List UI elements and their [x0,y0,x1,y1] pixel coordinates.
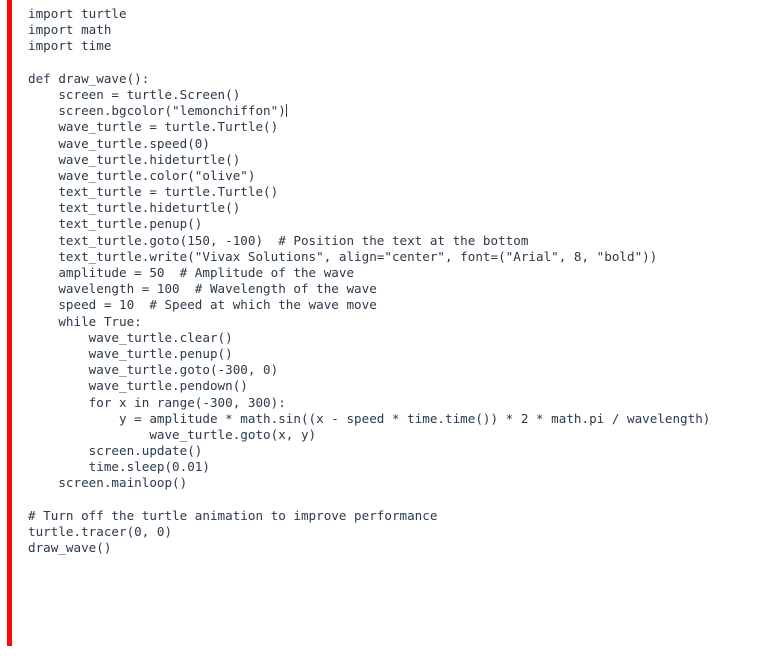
code-line: wave_turtle = turtle.Turtle() [28,119,279,135]
code-line: wave_turtle.clear() [28,329,233,345]
left-accent-bar [7,0,12,646]
code-line: text_turtle.goto(150, -100) # Position t… [28,232,529,248]
code-line: wave_turtle.goto(x, y) [28,426,317,442]
python-code-block[interactable]: import turtle import math import time def … [28,6,754,556]
code-line: wave_turtle.hideturtle() [28,151,241,167]
code-line: # Turn off the turtle animation to impro… [28,507,438,523]
code-line: wave_turtle.goto(-300, 0) [28,362,279,378]
code-line: text_turtle.hideturtle() [28,200,241,216]
code-line: screen = turtle.Screen() [28,86,241,102]
code-line: text_turtle.penup() [28,216,203,232]
code-line: wave_turtle.color("olive") [28,167,256,183]
code-line: def draw_wave(): [28,70,150,86]
code-line: text_turtle.write("Vivax Solutions", ali… [28,248,658,264]
code-line: wave_turtle.speed(0) [28,135,210,151]
code-line: wave_turtle.pendown() [28,378,248,394]
code-line: wave_turtle.penup() [28,345,233,361]
code-line: y = amplitude * math.sin((x - speed * ti… [28,410,711,426]
code-line: import math [28,22,112,38]
code-line: turtle.tracer(0, 0) [28,524,173,539]
code-line: screen.bgcolor("lemonchiffon") [28,103,287,119]
code-line: screen.update() [28,443,203,459]
code-line: draw_wave() [28,540,112,556]
code-snippet-screenshot: import turtle import math import time def … [0,0,762,658]
code-line: screen.mainloop() [28,475,188,491]
text-cursor [285,104,287,118]
code-line: speed = 10 # Speed at which the wave mov… [28,297,377,313]
code-line: wavelength = 100 # Wavelength of the wav… [28,281,377,297]
code-line: import turtle [28,6,127,21]
code-line: text_turtle = turtle.Turtle() [28,184,279,200]
code-line: time.sleep(0.01) [28,459,210,475]
code-line: for x in range(-300, 300): [28,394,286,410]
code-line: while True: [28,313,142,329]
code-line: import time [28,38,112,54]
code-line: amplitude = 50 # Amplitude of the wave [28,265,355,280]
